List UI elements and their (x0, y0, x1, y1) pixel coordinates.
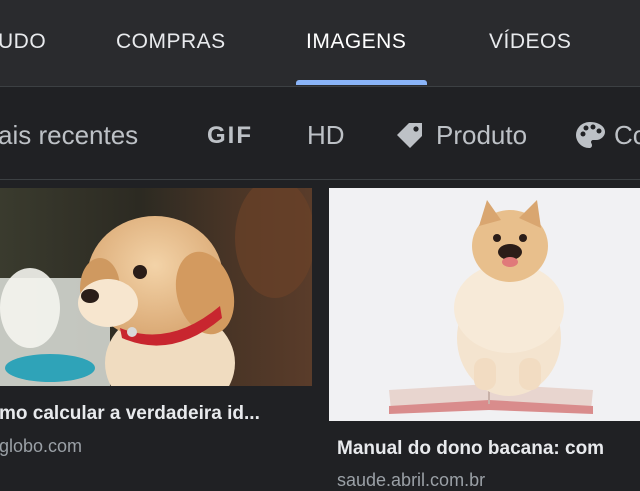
filter-product[interactable]: Produto (436, 120, 527, 151)
tab-imagens[interactable]: IMAGENS (306, 30, 406, 54)
tab-videos[interactable]: VÍDEOS (489, 30, 571, 54)
active-tab-indicator (296, 80, 427, 85)
tab-tudo[interactable]: UDO (0, 30, 46, 54)
puppy-photo (0, 188, 312, 386)
result-title[interactable]: mo calcular a verdadeira id... (0, 403, 260, 425)
result-source[interactable]: globo.com (0, 436, 82, 457)
search-tabs-bar: UDO COMPRAS IMAGENS VÍDEOS (0, 0, 640, 87)
result-source[interactable]: saude.abril.com.br (337, 470, 485, 491)
pomeranian-photo (329, 188, 640, 421)
filter-hd[interactable]: HD (307, 120, 345, 151)
result-title[interactable]: Manual do dono bacana: com (337, 438, 604, 460)
tab-compras[interactable]: COMPRAS (116, 30, 226, 54)
image-filter-bar: ais recentes GIF HD Produto Co (0, 87, 640, 180)
palette-icon (576, 122, 605, 148)
tag-icon (397, 123, 422, 148)
filter-color[interactable]: Co (614, 120, 640, 151)
result-image-puppy[interactable] (0, 188, 312, 386)
filter-recent[interactable]: ais recentes (0, 120, 138, 151)
filter-gif[interactable]: GIF (207, 122, 253, 150)
result-image-pomeranian[interactable] (329, 188, 640, 421)
